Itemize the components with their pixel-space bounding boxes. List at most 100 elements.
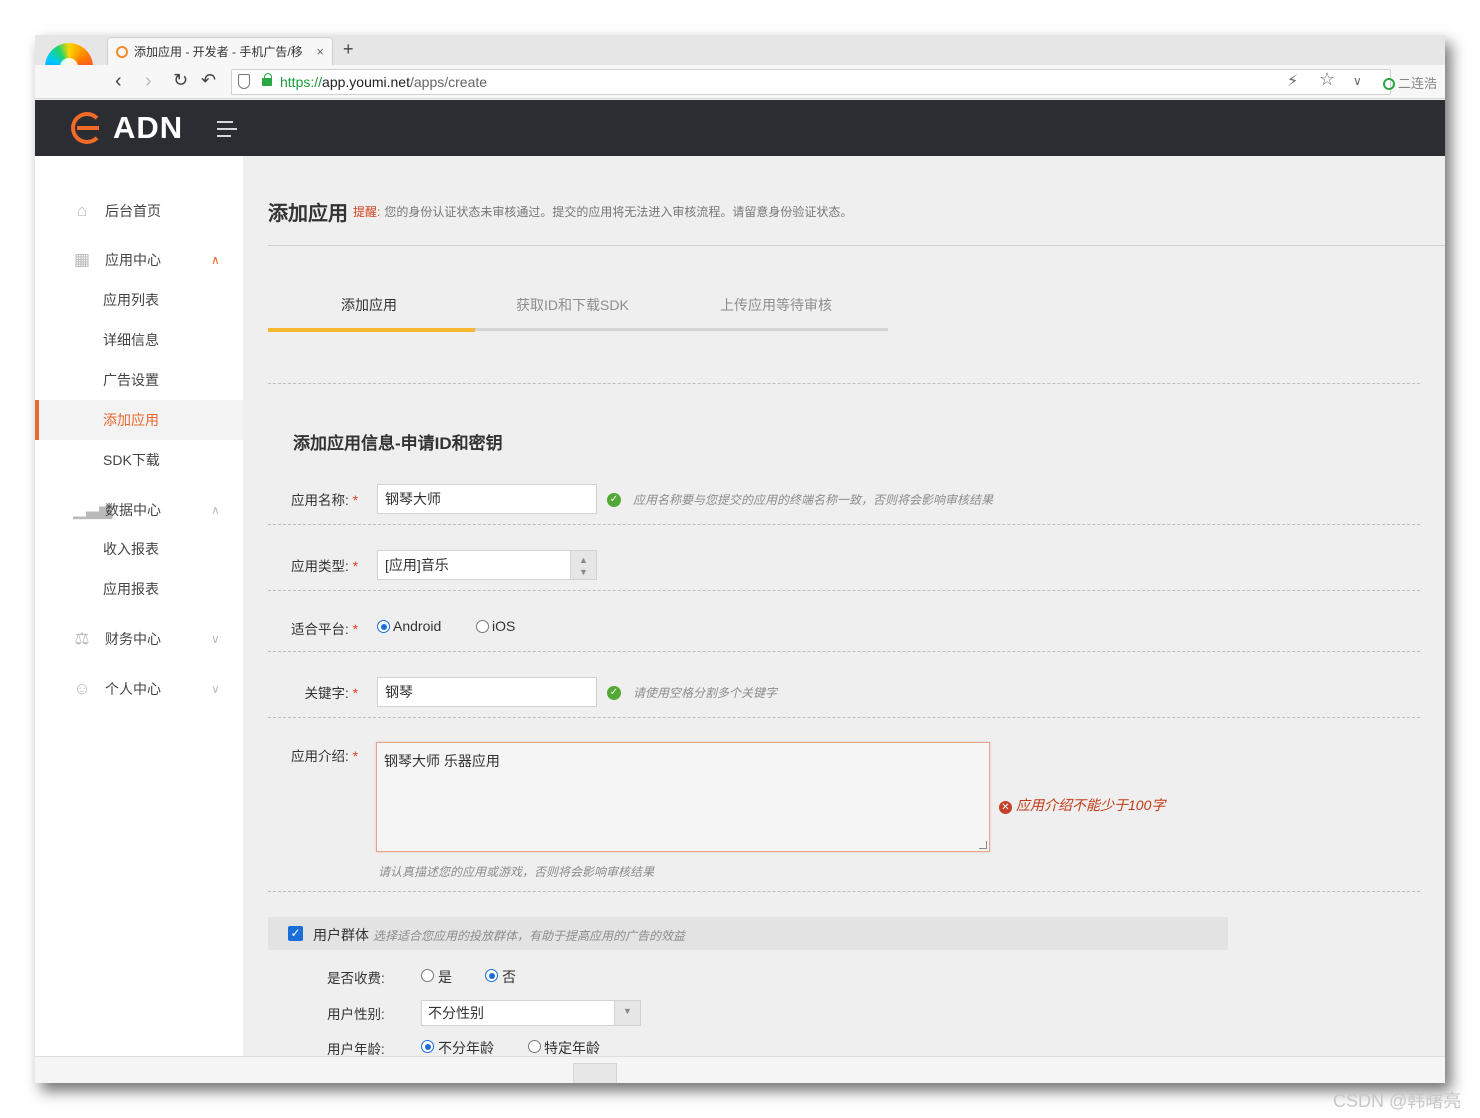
sidebar-group-home[interactable]: ⌂ 后台首页 (35, 193, 243, 229)
audience-section-bar: ✓ 用户群体 选择适合您应用的投放群体，有助于提高应用的广告的效益 (268, 917, 1228, 950)
url-text: https://app.youmi.net/apps/create (280, 74, 487, 90)
divider (268, 383, 1420, 384)
sidebar-group-finance[interactable]: ⚖ 财务中心 ∨ (35, 621, 243, 657)
sidebar-group-label: 财务中心 (105, 631, 161, 647)
browser-toolbar: ‹ › ↻ ↶ https://app.youmi.net/apps/creat… (35, 65, 1445, 99)
age-any-label[interactable]: 不分年龄 (438, 1038, 494, 1058)
paid-yes-label[interactable]: 是 (438, 967, 452, 987)
extension-icon (1383, 78, 1395, 90)
divider (268, 651, 1420, 652)
description-value: 钢琴大师 乐器应用 (384, 753, 500, 769)
audience-label-text: 用户群体 (313, 927, 369, 943)
browser-window: 添加应用 - 开发者 - 手机广告/移 × + ‹ › ↻ ↶ https://… (35, 35, 1445, 1083)
tab-close-icon[interactable]: × (316, 44, 324, 59)
sidebar-group-label: 后台首页 (105, 203, 161, 219)
chevron-down-icon: ▼ (614, 1001, 640, 1025)
paid-yes-radio[interactable] (421, 969, 434, 982)
brand-logo-icon (71, 112, 103, 144)
required-mark: * (352, 749, 358, 764)
check-circle-icon: ✓ (607, 493, 621, 507)
sidebar-item-app-list[interactable]: 应用列表 (35, 280, 243, 320)
sidebar-group-personal[interactable]: ☺ 个人中心 ∨ (35, 671, 243, 707)
user-icon: ☺ (73, 679, 91, 698)
sidebar-group-app-center[interactable]: ▦ 应用中心 ∧ (35, 242, 243, 278)
tab-title: 添加应用 - 开发者 - 手机广告/移 (134, 45, 303, 59)
required-mark: * (352, 686, 358, 701)
url-scheme: https:// (280, 74, 323, 90)
forward-icon[interactable]: › (145, 70, 152, 93)
reload-icon[interactable]: ↻ (173, 70, 188, 91)
watermark: CSDN @韩曙亮 (1333, 1091, 1462, 1111)
form-section-title: 添加应用信息-申请ID和密钥 (293, 434, 503, 453)
audience-label: 用户群体 选择适合您应用的投放群体，有助于提高应用的广告的效益 (313, 925, 685, 945)
label-text: 应用类型: (290, 559, 349, 574)
shield-icon (238, 74, 250, 89)
sidebar-item-app-report[interactable]: 应用报表 (35, 569, 243, 609)
step-progress: 添加应用 获取ID和下载SDK 上传应用等待审核 (268, 283, 888, 333)
keywords-input[interactable]: 钢琴 (377, 677, 597, 707)
chevron-down-icon: ∨ (211, 682, 220, 696)
description-label: 应用介绍: * (268, 745, 358, 765)
sidebar-item-ad-settings[interactable]: 广告设置 (35, 360, 243, 400)
sidebar-item-sdk-download[interactable]: SDK下载 (35, 440, 243, 480)
sidebar-item-income-report[interactable]: 收入报表 (35, 529, 243, 569)
resize-handle-icon[interactable] (979, 841, 987, 849)
new-tab-button[interactable]: + (343, 39, 354, 60)
audience-checkbox[interactable]: ✓ (288, 926, 303, 941)
sidebar-item-details[interactable]: 详细信息 (35, 320, 243, 360)
age-specific-radio[interactable] (528, 1040, 541, 1053)
app-type-select[interactable]: [应用]音乐 ▲ ▼ (377, 550, 597, 580)
browser-tab[interactable]: 添加应用 - 开发者 - 手机广告/移 × (107, 37, 333, 65)
extension-button[interactable]: 二连浩 (1383, 73, 1437, 92)
description-hint: 请认真描述您的应用或游戏，否则将会影响审核结果 (378, 865, 655, 879)
address-bar[interactable]: https://app.youmi.net/apps/create (231, 69, 1391, 95)
age-specific-label[interactable]: 特定年龄 (544, 1038, 600, 1058)
star-icon[interactable]: ☆ (1319, 69, 1335, 90)
select-updown-icon: ▲ ▼ (570, 551, 596, 579)
app-name-input[interactable]: 钢琴大师 (377, 484, 597, 514)
paid-no-label[interactable]: 否 (502, 967, 516, 987)
platform-android-radio[interactable] (377, 620, 390, 633)
divider (268, 590, 1420, 591)
age-label: 用户年龄: (327, 1042, 385, 1057)
sidebar-group-data-center[interactable]: ▁▃▅ 数据中心 ∧ (35, 492, 243, 528)
menu-toggle-icon[interactable] (217, 121, 237, 137)
app-name-label: 应用名称: * (268, 489, 358, 509)
label-text: 应用介绍: (290, 749, 349, 764)
url-host: app.youmi.net (322, 74, 410, 90)
chart-icon: ▁▃▅ (73, 500, 113, 519)
platform-label: 适合平台: * (268, 618, 358, 638)
divider (268, 717, 1420, 718)
app-type-value: [应用]音乐 (385, 557, 449, 573)
step-upload-review: 上传应用等待审核 (720, 297, 832, 313)
notice-text: 您的身份认证状态未审核通过。提交的应用将无法进入审核流程。请留意身份验证状态。 (384, 205, 853, 219)
paid-no-radio[interactable] (485, 969, 498, 982)
check-circle-icon: ✓ (607, 686, 621, 700)
sidebar-group-label: 个人中心 (105, 681, 161, 697)
app-header: ADN (35, 100, 1445, 156)
step-get-id-sdk: 获取ID和下载SDK (516, 297, 629, 313)
back-icon[interactable]: ‹ (115, 70, 122, 93)
lightning-icon[interactable]: ⚡ (1287, 71, 1298, 91)
horizontal-scrollbar[interactable] (35, 1056, 1445, 1083)
step-add-app: 添加应用 (341, 297, 397, 313)
sidebar-item-add-app[interactable]: 添加应用 (35, 400, 243, 440)
age-any-radio[interactable] (421, 1040, 434, 1053)
app-name-hint: 应用名称要与您提交的应用的终端名称一致，否则将会影响审核结果 (633, 493, 994, 507)
platform-ios-radio[interactable] (476, 620, 489, 633)
divider (268, 245, 1445, 246)
url-path: /apps/create (409, 74, 488, 90)
platform-ios-label[interactable]: iOS (492, 618, 515, 634)
gender-label: 用户性别: (327, 1007, 385, 1022)
description-textarea[interactable]: 钢琴大师 乐器应用 (376, 742, 990, 852)
chevron-down-icon[interactable]: ∨ (1353, 74, 1362, 88)
gender-select[interactable]: 不分性别 ▼ (421, 1000, 641, 1026)
scrollbar-thumb[interactable] (573, 1063, 617, 1083)
divider (268, 524, 1420, 525)
keywords-hint: 请使用空格分割多个关键字 (633, 686, 778, 700)
keywords-label: 关键字: * (268, 682, 358, 702)
step-progress-fill (268, 328, 475, 332)
platform-android-label[interactable]: Android (393, 618, 441, 634)
chevron-up-icon: ∧ (211, 253, 220, 267)
undo-icon[interactable]: ↶ (201, 70, 216, 91)
